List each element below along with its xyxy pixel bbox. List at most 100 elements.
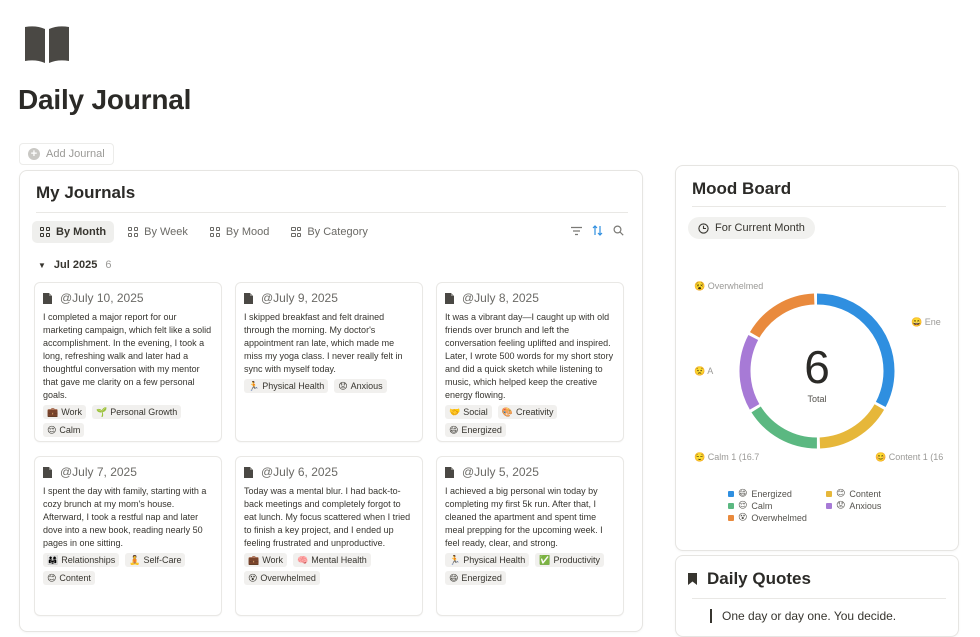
tag-label: Work [61, 407, 83, 417]
legend-item[interactable]: 😄 Energized [728, 488, 826, 499]
entry-tags: 🏃 Physical Health 😟 Anxious [244, 379, 414, 393]
tag-label: Overwhelmed [260, 573, 316, 583]
tag-chip: 🏃 Physical Health [445, 553, 530, 567]
tag-emoji: 😊 [47, 572, 57, 583]
journal-card[interactable]: @July 10, 2025 I completed a major report… [34, 282, 222, 442]
tag-chip: 🧘 Self-Care [125, 553, 186, 567]
journals-title: My Journals [36, 183, 136, 202]
sort-icon[interactable] [592, 225, 603, 236]
page-icon [43, 292, 52, 304]
group-count: 6 [105, 259, 112, 271]
entry-tags: 👨‍👩‍👧 Relationships 🧘 Self-Care 😊 Content [43, 553, 213, 585]
total-value: 6 [804, 341, 830, 393]
daily-quotes-title: Daily Quotes [707, 569, 811, 588]
tab-label: By Mood [225, 226, 270, 238]
tag-label: Physical Health [262, 381, 325, 391]
journal-card[interactable]: @July 5, 2025 I achieved a big personal w… [436, 456, 624, 616]
page-icon [43, 466, 52, 478]
tag-chip: 💼 Work [43, 405, 87, 419]
gallery-icon [291, 227, 302, 237]
view-tools [571, 225, 624, 236]
tag-label: Self-Care [143, 555, 182, 565]
tab-by-month[interactable]: By Month [32, 221, 115, 243]
journal-card[interactable]: @July 8, 2025 It was a vibrant day—I caug… [436, 282, 624, 442]
tag-emoji: ✅ [539, 554, 551, 565]
page-icon [445, 292, 454, 304]
legend-emoji: 😵 [738, 512, 748, 522]
tag-label: Anxious [350, 381, 383, 391]
mood-board-panel: Mood Board For Current Month 6 Total 😵 O… [675, 165, 959, 551]
entry-text: I spent the day with family, starting wi… [43, 486, 207, 548]
tag-emoji: 😄 [449, 572, 459, 583]
tag-emoji: 😵 [248, 572, 258, 583]
bookmark-icon [688, 573, 697, 585]
legend-item[interactable]: 😵 Overwhelmed [728, 512, 826, 523]
slice-label-overwhelmed: 😵 Overwhelmed [694, 281, 763, 291]
mood-board-title: Mood Board [692, 179, 792, 198]
plus-icon: + [28, 148, 40, 160]
tag-emoji: 😟 [338, 380, 348, 391]
filter-label: For Current Month [715, 222, 805, 234]
entry-date: @July 7, 2025 [60, 465, 137, 479]
page-icon [244, 466, 253, 478]
add-journal-button[interactable]: + Add Journal [19, 143, 114, 165]
tag-chip: 😌 Calm [43, 423, 85, 437]
journal-card[interactable]: @July 6, 2025 Today was a mental blur. I … [235, 456, 423, 616]
entry-date: @July 9, 2025 [261, 291, 338, 305]
tag-emoji: 💼 [248, 554, 260, 565]
daily-quotes-panel: Daily Quotes One day or day one. You dec… [675, 555, 959, 637]
tag-chip: 😵 Overwhelmed [244, 571, 320, 585]
tag-label: Productivity [553, 555, 600, 565]
legend-swatch [728, 514, 734, 521]
tab-label: By Month [56, 226, 107, 238]
legend-swatch [728, 502, 734, 509]
slice-label-content: 😊 Content 1 (16 [875, 452, 943, 462]
tag-emoji: 🏃 [248, 380, 260, 391]
card-header: @July 8, 2025 [445, 291, 615, 305]
tag-emoji: 👨‍👩‍👧 [47, 554, 59, 565]
legend-label: Energized [751, 488, 792, 499]
tag-chip: 🤝 Social [445, 405, 492, 419]
legend-label: Calm [751, 500, 773, 511]
card-header: @July 10, 2025 [43, 291, 213, 305]
entry-tags: 💼 Work 🌱 Personal Growth 😌 Calm [43, 405, 213, 437]
legend-item[interactable]: 😊 Content [826, 488, 936, 499]
legend-label: Overwhelmed [751, 512, 807, 523]
tag-label: Energized [461, 425, 502, 435]
tag-chip: 😄 Energized [445, 571, 506, 585]
legend-swatch [728, 490, 734, 497]
tab-by-mood[interactable]: By Mood [202, 221, 277, 243]
tab-by-category[interactable]: By Category [283, 221, 376, 243]
tag-emoji: 🧠 [297, 554, 309, 565]
tag-label: Relationships [61, 555, 116, 565]
tag-emoji: 🌱 [96, 406, 108, 417]
entry-tags: 💼 Work 🧠 Mental Health 😵 Overwhelmed [244, 553, 414, 585]
card-header: @July 5, 2025 [445, 465, 615, 479]
collapse-triangle-icon[interactable]: ▼ [38, 261, 46, 270]
slice-label-anxious: 😟 A [694, 366, 713, 376]
current-month-filter[interactable]: For Current Month [688, 217, 815, 239]
legend-item[interactable]: 😌 Calm [728, 500, 826, 511]
slice-label-calm: 😌 Calm 1 (16.7 [694, 452, 759, 462]
tag-label: Content [59, 573, 91, 583]
entry-text: I achieved a big personal win today by c… [445, 486, 603, 548]
entry-tags: 🏃 Physical Health ✅ Productivity 😄 Energized [445, 553, 615, 585]
tab-by-week[interactable]: By Week [120, 221, 196, 243]
search-icon[interactable] [613, 225, 624, 236]
legend-swatch [826, 502, 832, 509]
tag-label: Energized [461, 573, 502, 583]
tag-emoji: 🏃 [449, 554, 461, 565]
filter-icon[interactable] [571, 226, 582, 236]
view-tabs: By Month By Week By Mood By Category [32, 221, 376, 243]
entry-date: @July 5, 2025 [462, 465, 539, 479]
journal-card[interactable]: @July 9, 2025 I skipped breakfast and fel… [235, 282, 423, 442]
legend-swatch [826, 490, 832, 497]
tag-chip: 👨‍👩‍👧 Relationships [43, 553, 120, 567]
journal-card[interactable]: @July 7, 2025 I spent the day with family… [34, 456, 222, 616]
page-icon [445, 466, 454, 478]
tag-label: Mental Health [311, 555, 367, 565]
group-header[interactable]: ▼ Jul 2025 6 [38, 259, 111, 271]
legend-label: Anxious [849, 500, 882, 511]
legend-item[interactable]: 😟 Anxious [826, 500, 936, 511]
tag-chip: 😄 Energized [445, 423, 506, 437]
